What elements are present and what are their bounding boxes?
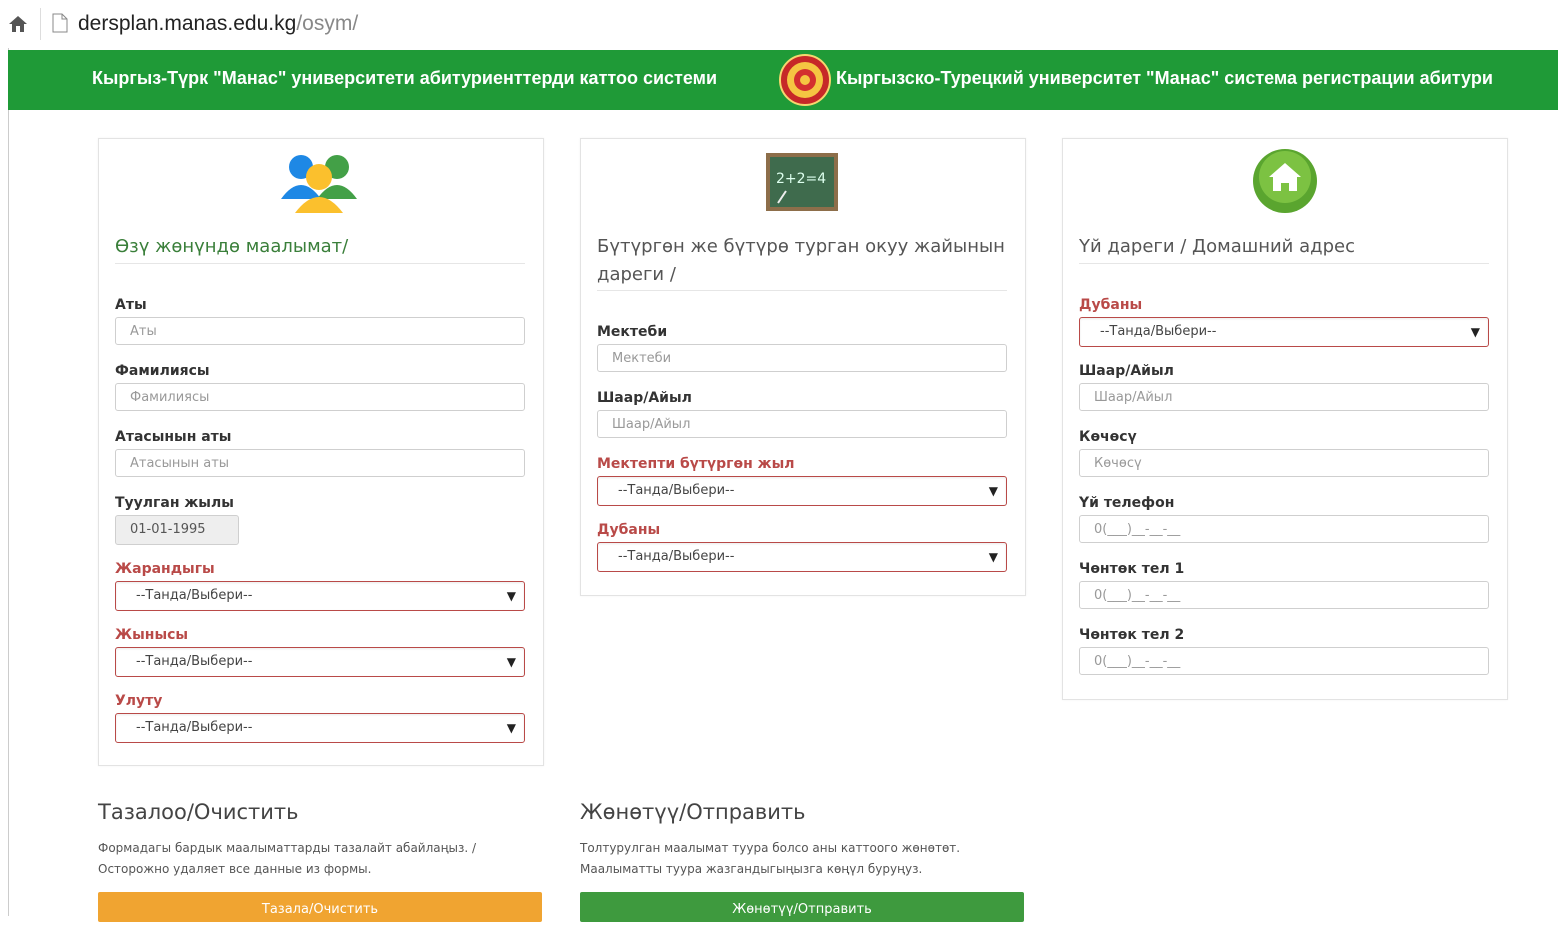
school-city-input[interactable]: Шаар/Айыл — [597, 410, 1007, 438]
dropdown-arrow-icon: ▼ — [506, 589, 516, 603]
url-path: /osym/ — [296, 12, 359, 35]
home-city-label: Шаар/Айыл — [1079, 363, 1174, 379]
nationality-label: Улуту — [115, 693, 163, 709]
nationality-value: --Танда/Выбери-- — [136, 720, 253, 735]
birth-date-input[interactable]: 01-01-1995 — [115, 515, 239, 545]
people-icon — [281, 155, 357, 213]
dropdown-arrow-icon: ▼ — [988, 484, 998, 498]
send-desc-line1: Толтурулган маалымат туура болсо аны кат… — [580, 841, 961, 855]
address-divider — [40, 8, 41, 40]
send-button[interactable]: Жөнөтүү/Отправить — [580, 892, 1024, 922]
school-title-line2: дареги / — [597, 264, 676, 285]
home-city-input[interactable]: Шаар/Айыл — [1079, 383, 1489, 411]
browser-address-bar: dersplan.manas.edu.kg/osym/ — [0, 0, 1558, 48]
patronymic-input[interactable]: Атасынын аты — [115, 449, 525, 477]
clear-button[interactable]: Тазала/Очистить — [98, 892, 542, 922]
citizenship-value: --Танда/Выбери-- — [136, 588, 253, 603]
send-section-title: Жөнөтүү/Отправить — [580, 800, 806, 824]
school-city-label: Шаар/Айыл — [597, 390, 692, 406]
chalkboard-icon: 2+2=4 — [766, 153, 838, 211]
patronymic-label: Атасынын аты — [115, 429, 232, 445]
clear-section-title: Тазалоо/Очистить — [98, 800, 299, 824]
house-icon — [1253, 149, 1317, 213]
first-name-label: Аты — [115, 297, 147, 313]
header-banner: Кыргыз-Түрк "Манас" университети абитури… — [8, 50, 1558, 110]
page-edge — [8, 48, 9, 916]
dropdown-arrow-icon: ▼ — [506, 655, 516, 669]
mobile-phone1-input[interactable]: 0(___)__-__-__ — [1079, 581, 1489, 609]
home-phone-label: Үй телефон — [1079, 495, 1175, 511]
personal-info-panel: Өзү жөнүндө маалымат/ Аты Аты Фамилиясы … — [98, 138, 544, 766]
graduation-year-value: --Танда/Выбери-- — [618, 483, 735, 498]
first-name-input[interactable]: Аты — [115, 317, 525, 345]
clear-desc-line1: Формадагы бардык маалыматтарды тазалайт … — [98, 841, 477, 855]
citizenship-label: Жарандыгы — [115, 561, 215, 577]
page-icon — [52, 13, 68, 33]
svg-text:2+2=4: 2+2=4 — [776, 171, 826, 187]
school-region-value: --Танда/Выбери-- — [618, 549, 735, 564]
mobile-phone2-label: Чөнтөк тел 2 — [1079, 627, 1185, 643]
school-title-line1: Бүтүргөн же бүтүрө турган окуу жайынын — [597, 236, 1005, 257]
mobile-phone2-input[interactable]: 0(___)__-__-__ — [1079, 647, 1489, 675]
birth-year-label: Туулган жылы — [115, 495, 234, 511]
home-region-select[interactable]: --Танда/Выбери-- ▼ — [1079, 317, 1489, 347]
last-name-input[interactable]: Фамилиясы — [115, 383, 525, 411]
citizenship-select[interactable]: --Танда/Выбери-- ▼ — [115, 581, 525, 611]
title-divider — [1079, 263, 1489, 264]
home-phone-input[interactable]: 0(___)__-__-__ — [1079, 515, 1489, 543]
url-host: dersplan.manas.edu.kg — [78, 12, 297, 35]
home-region-value: --Танда/Выбери-- — [1100, 324, 1217, 339]
school-label: Мектеби — [597, 324, 668, 340]
title-divider — [597, 290, 1007, 291]
school-region-select[interactable]: --Танда/Выбери-- ▼ — [597, 542, 1007, 572]
mobile-phone1-label: Чөнтөк тел 1 — [1079, 561, 1185, 577]
gender-select[interactable]: --Танда/Выбери-- ▼ — [115, 647, 525, 677]
banner-title-russian: Кыргызско-Турецкий университет "Манас" с… — [836, 68, 1493, 88]
home-region-label: Дубаны — [1079, 297, 1143, 313]
last-name-label: Фамилиясы — [115, 363, 210, 379]
dropdown-arrow-icon: ▼ — [506, 721, 516, 735]
home-address-title: Үй дареги / Домашний адрес — [1079, 236, 1355, 257]
street-input[interactable]: Көчөсү — [1079, 449, 1489, 477]
send-desc-line2: Маалыматты туура жазгандыгыңызга көңүл б… — [580, 862, 923, 876]
gender-value: --Танда/Выбери-- — [136, 654, 253, 669]
graduation-year-select[interactable]: --Танда/Выбери-- ▼ — [597, 476, 1007, 506]
dropdown-arrow-icon: ▼ — [1470, 325, 1480, 339]
graduation-year-label: Мектепти бүтүргөн жыл — [597, 456, 795, 472]
logo-emblem — [779, 54, 831, 106]
title-divider — [115, 263, 525, 264]
banner-title-kyrgyz: Кыргыз-Түрк "Манас" университети абитури… — [92, 68, 718, 88]
school-panel: 2+2=4 Бүтүргөн же бүтүрө турган окуу жай… — [580, 138, 1026, 596]
personal-info-title: Өзү жөнүндө маалымат/ — [115, 236, 349, 257]
school-input[interactable]: Мектеби — [597, 344, 1007, 372]
school-region-label: Дубаны — [597, 522, 661, 538]
gender-label: Жынысы — [115, 627, 189, 643]
dropdown-arrow-icon: ▼ — [988, 550, 998, 564]
url-text[interactable]: dersplan.manas.edu.kg/osym/ — [78, 12, 358, 36]
street-label: Көчөсү — [1079, 429, 1137, 445]
clear-desc-line2: Осторожно удаляет все данные из формы. — [98, 862, 372, 876]
home-address-panel: Үй дареги / Домашний адрес Дубаны --Танд… — [1062, 138, 1508, 700]
home-icon[interactable] — [8, 14, 28, 34]
nationality-select[interactable]: --Танда/Выбери-- ▼ — [115, 713, 525, 743]
